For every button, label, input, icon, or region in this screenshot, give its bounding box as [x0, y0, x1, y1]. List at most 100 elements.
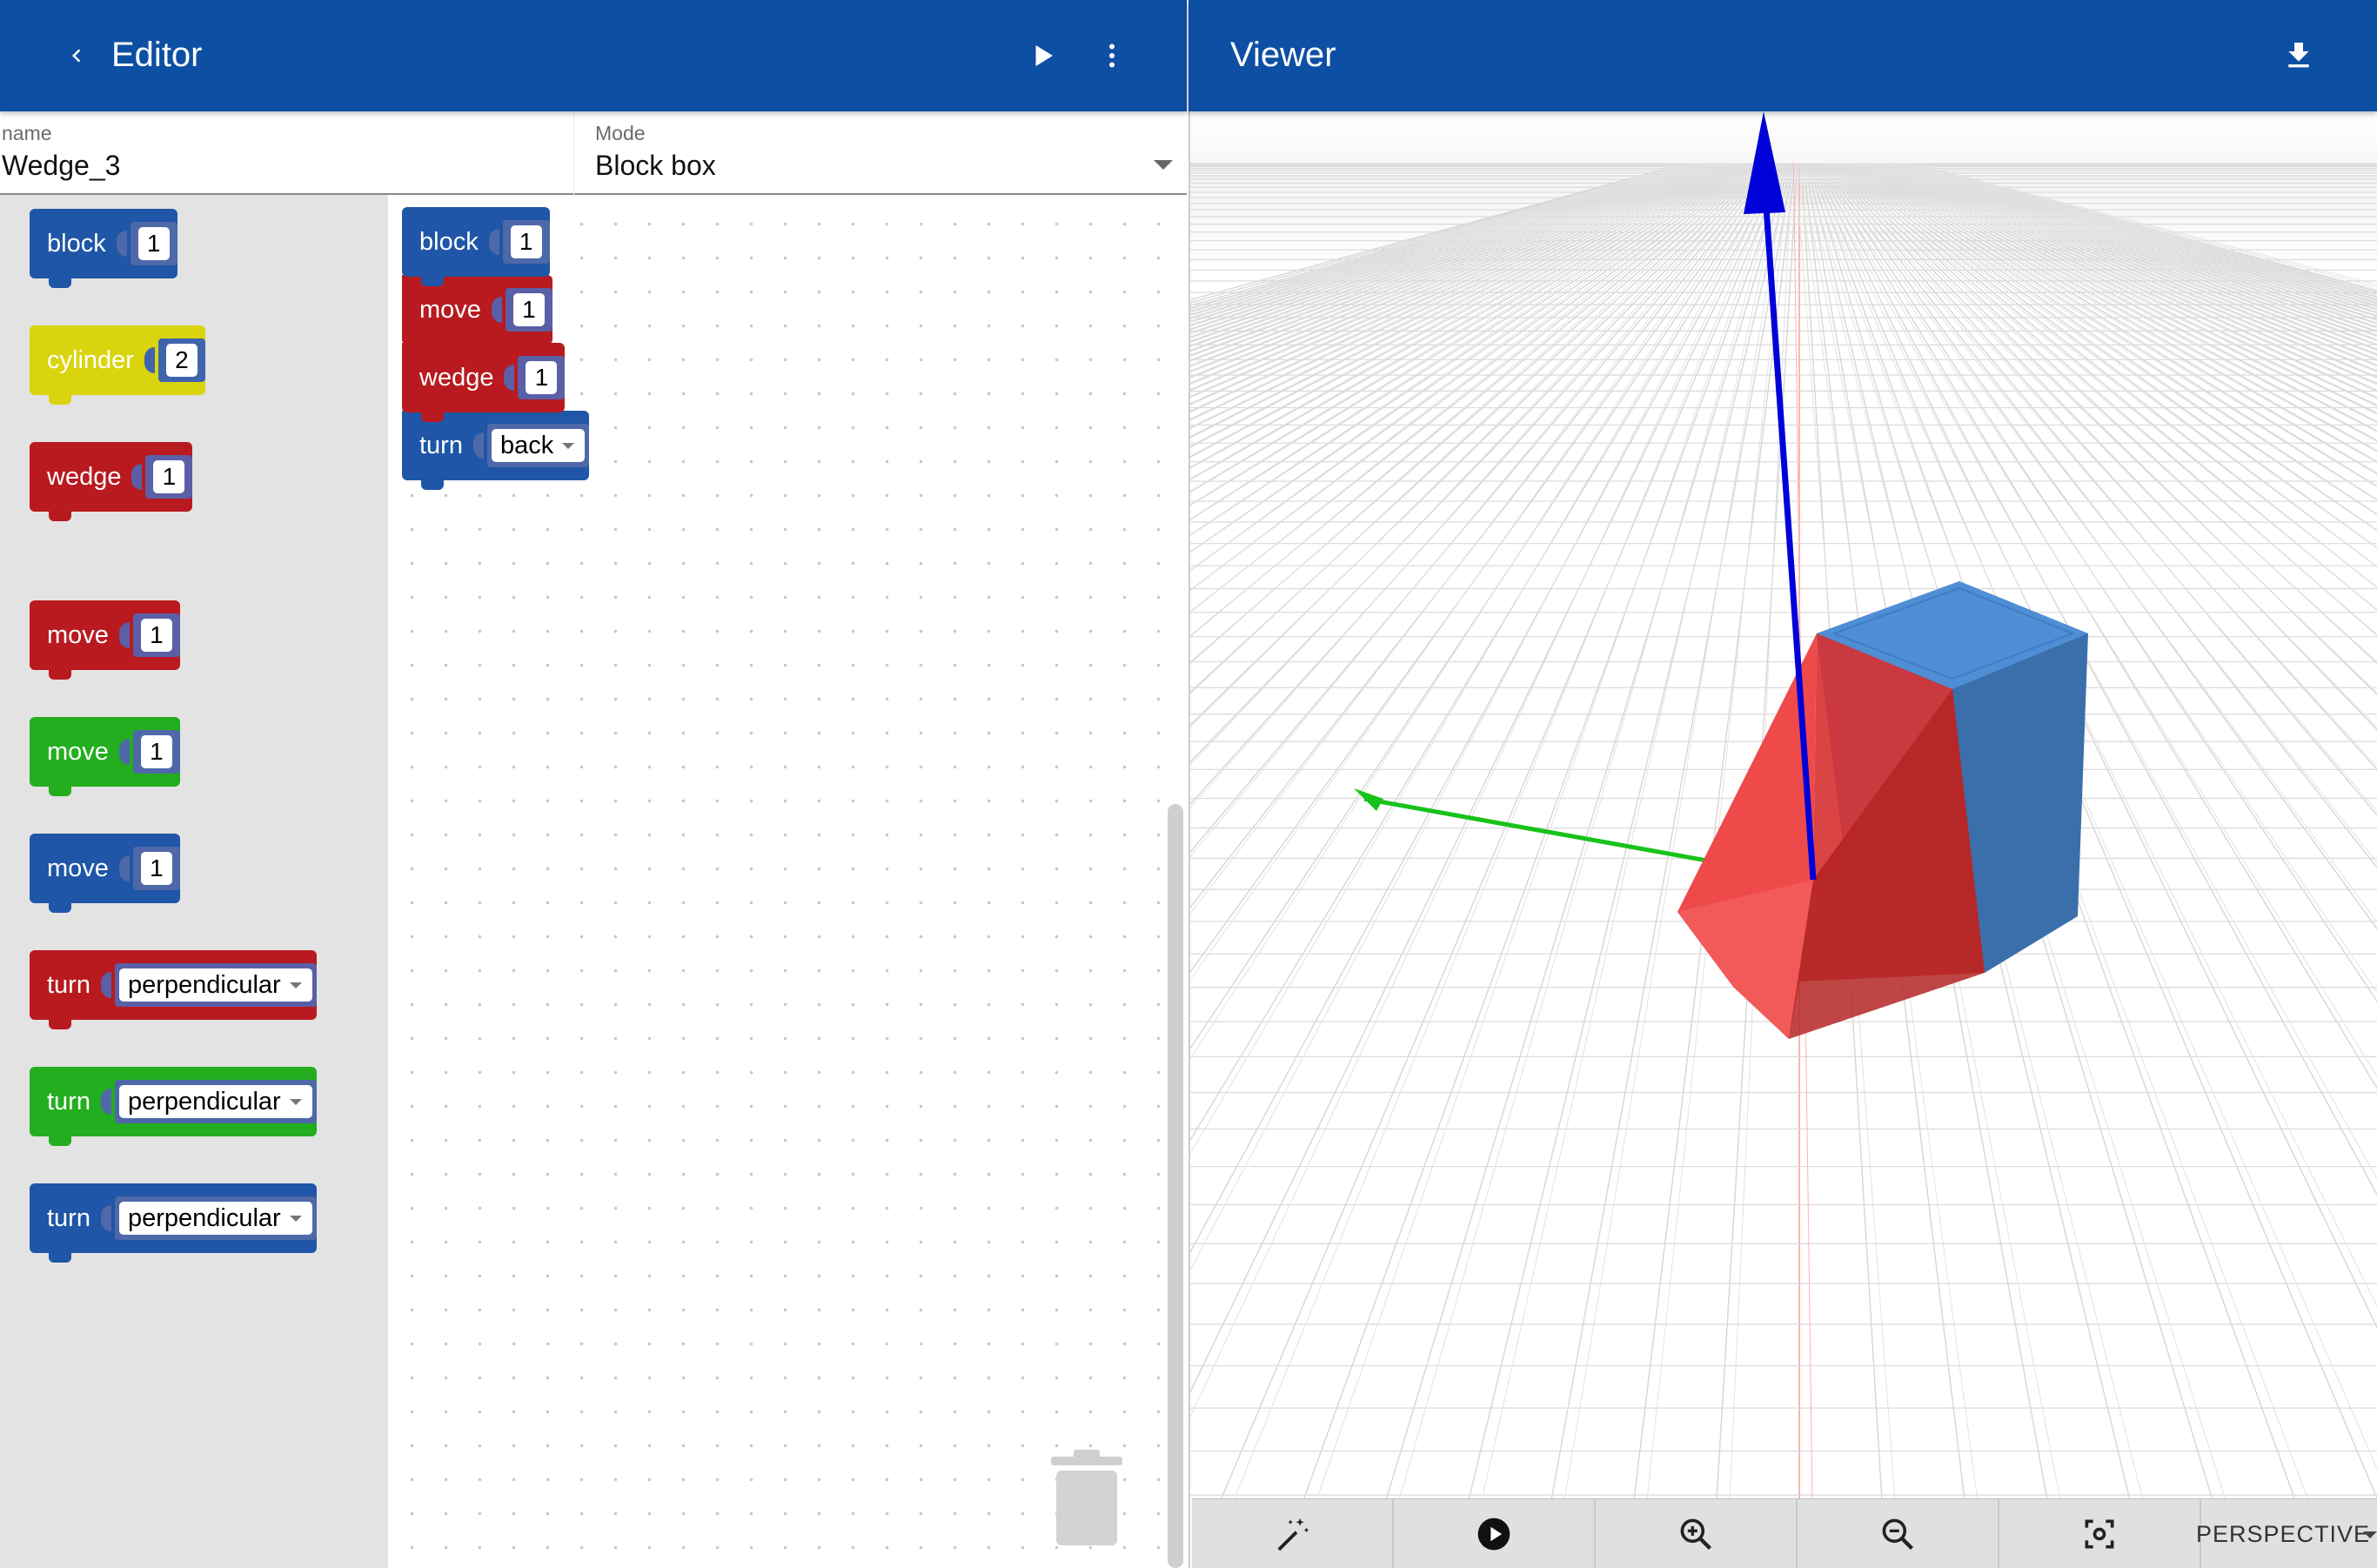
toolbox-block-wedge[interactable]: wedge 1 — [30, 442, 193, 521]
number-input[interactable]: 1 — [132, 613, 180, 657]
input-value: 1 — [140, 852, 172, 885]
input-notch — [116, 231, 127, 257]
input-value: 1 — [140, 619, 172, 652]
zoom-in-icon — [1680, 1518, 1712, 1551]
input-notch — [144, 347, 155, 373]
mode-value: Block box — [595, 150, 716, 181]
number-input[interactable]: 1 — [518, 356, 566, 399]
back-button[interactable] — [50, 30, 103, 82]
block-keyword: cylinder — [47, 345, 134, 374]
properties-bar: name Wedge_3 Mode Block box — [0, 111, 1187, 195]
magic-wand-button[interactable] — [1192, 1499, 1394, 1568]
block-keyword: turn — [47, 1203, 90, 1232]
number-input[interactable]: 1 — [132, 730, 180, 774]
animate-button[interactable] — [1394, 1499, 1596, 1568]
projection-caret-icon — [2363, 1531, 2377, 1538]
block-keyword: move — [419, 295, 481, 324]
block-keyword: turn — [47, 970, 90, 999]
name-field[interactable]: name Wedge_3 — [0, 111, 574, 195]
mode-label: Mode — [595, 122, 646, 144]
download-button[interactable] — [2273, 30, 2325, 82]
input-value: perpendicular — [127, 1203, 281, 1232]
input-notch — [491, 297, 502, 323]
toolbox-block-move[interactable]: move 1 — [30, 717, 180, 796]
input-value: 1 — [140, 735, 172, 768]
block-keyword: turn — [47, 1087, 90, 1116]
fit-view-button[interactable] — [1999, 1499, 2201, 1568]
input-notch — [118, 855, 130, 881]
play-circle-icon — [1477, 1518, 1510, 1551]
download-icon — [2288, 43, 2309, 68]
input-notch — [118, 739, 130, 765]
zoom-in-button[interactable] — [1596, 1499, 1798, 1568]
input-value: perpendicular — [127, 970, 281, 999]
input-value: 2 — [165, 344, 198, 377]
dropdown-input[interactable]: perpendicular — [114, 963, 317, 1007]
block-keyword: wedge — [419, 363, 494, 392]
toolbox-block-turn[interactable]: turn perpendicular — [30, 1183, 317, 1263]
number-input[interactable]: 1 — [505, 288, 552, 332]
toolbox-block-turn[interactable]: turn perpendicular — [30, 950, 317, 1029]
editor-pane: Editor name Wedge_3 Mode Block box block… — [0, 0, 1187, 1568]
mode-select[interactable]: Mode Block box — [592, 111, 1187, 195]
toolbox-block-move[interactable]: move 1 — [30, 600, 180, 680]
input-notch — [118, 622, 130, 648]
input-notch — [504, 365, 515, 391]
toolbox-block-cylinder[interactable]: cylinder 2 — [30, 325, 205, 405]
magic-wand-icon — [1277, 1518, 1309, 1551]
center-focus-icon — [2085, 1519, 2114, 1549]
dropdown-caret-icon — [289, 1215, 302, 1222]
toolbox-block-turn[interactable]: turn perpendicular — [30, 1067, 317, 1146]
dropdown-input[interactable]: back — [486, 424, 590, 467]
program-block-block[interactable]: block 1 — [402, 207, 550, 286]
name-label: name — [2, 122, 52, 144]
number-input[interactable]: 1 — [132, 847, 180, 890]
input-value: perpendicular — [127, 1087, 281, 1116]
number-input[interactable]: 2 — [157, 338, 205, 382]
editor-app-bar: Editor — [0, 0, 1187, 111]
input-value: 1 — [137, 227, 170, 260]
block-keyword: move — [47, 854, 109, 882]
dropdown-input[interactable]: perpendicular — [114, 1196, 317, 1240]
block-keyword: move — [47, 620, 109, 649]
number-input[interactable]: 1 — [130, 222, 177, 265]
dropdown-caret-icon — [562, 442, 575, 449]
viewer-title: Viewer — [1230, 36, 1336, 74]
number-input[interactable]: 1 — [145, 455, 193, 499]
name-value: Wedge_3 — [2, 150, 121, 181]
viewer-toolbar: PERSPECTIVE — [1192, 1498, 2377, 1568]
input-notch — [472, 432, 484, 459]
viewer-pane: PERSPECTIVE — [1188, 0, 2377, 1568]
input-value: back — [499, 431, 554, 459]
projection-value: PERSPECTIVE — [2196, 1520, 2371, 1547]
toolbox-block-block[interactable]: block 1 — [30, 209, 177, 288]
toolbox-block-move[interactable]: move 1 — [30, 834, 180, 913]
workspace-scrollbar[interactable] — [1168, 804, 1183, 1568]
overflow-menu-button[interactable] — [1086, 30, 1138, 82]
viewer-app-bar: Viewer — [1188, 0, 2377, 111]
block-keyword: move — [47, 737, 109, 766]
input-value: 1 — [526, 361, 558, 394]
3d-viewport[interactable] — [1190, 111, 2377, 1500]
dropdown-input[interactable]: perpendicular — [114, 1080, 317, 1123]
run-button[interactable] — [1016, 30, 1068, 82]
zoom-out-icon — [1882, 1518, 1914, 1551]
zoom-out-button[interactable] — [1798, 1499, 1999, 1568]
input-notch — [131, 464, 143, 490]
number-input[interactable]: 1 — [502, 220, 550, 264]
block-keyword: block — [419, 227, 479, 256]
play-icon — [1035, 45, 1053, 66]
dropdown-caret-icon — [289, 982, 302, 988]
input-notch — [488, 229, 499, 255]
projection-select[interactable]: PERSPECTIVE — [2179, 1499, 2377, 1568]
dropdown-caret-icon — [289, 1098, 302, 1105]
input-value: 1 — [510, 225, 542, 258]
block-keyword: wedge — [47, 462, 122, 491]
trash-icon[interactable] — [1048, 1448, 1126, 1549]
block-keyword: block — [47, 229, 106, 258]
input-notch — [100, 972, 111, 998]
chevron-left-icon — [72, 49, 81, 63]
block-keyword: turn — [419, 431, 463, 459]
editor-title: Editor — [111, 36, 203, 74]
input-notch — [100, 1205, 111, 1231]
